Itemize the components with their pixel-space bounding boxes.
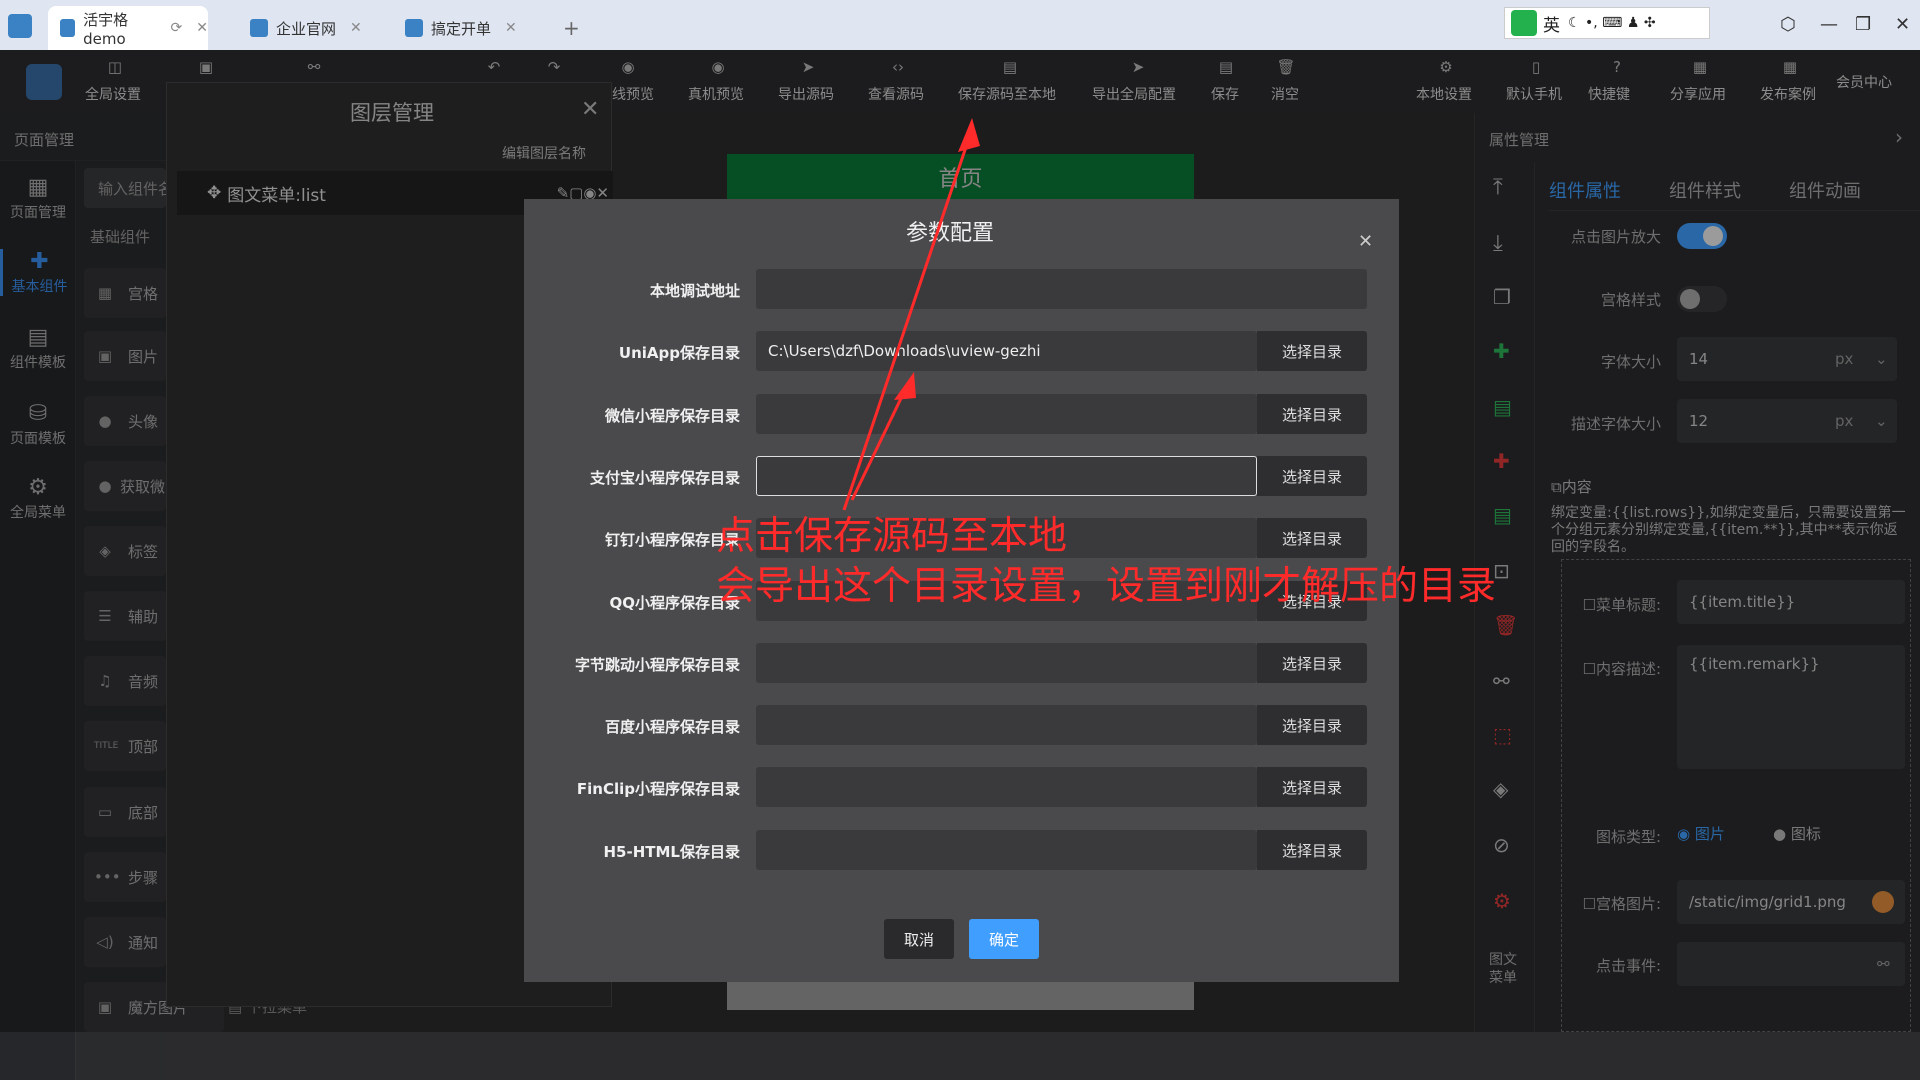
annotation-arrowhead-short xyxy=(894,372,916,400)
annotation-line-1: 点击保存源码至本地 xyxy=(716,514,1068,559)
annotation-arrowhead-long xyxy=(958,118,980,152)
annotation-line-2: 会导出这个目录设置，设置到刚才解压的目录 xyxy=(716,564,1497,609)
annotation-arrow-long xyxy=(842,134,972,511)
